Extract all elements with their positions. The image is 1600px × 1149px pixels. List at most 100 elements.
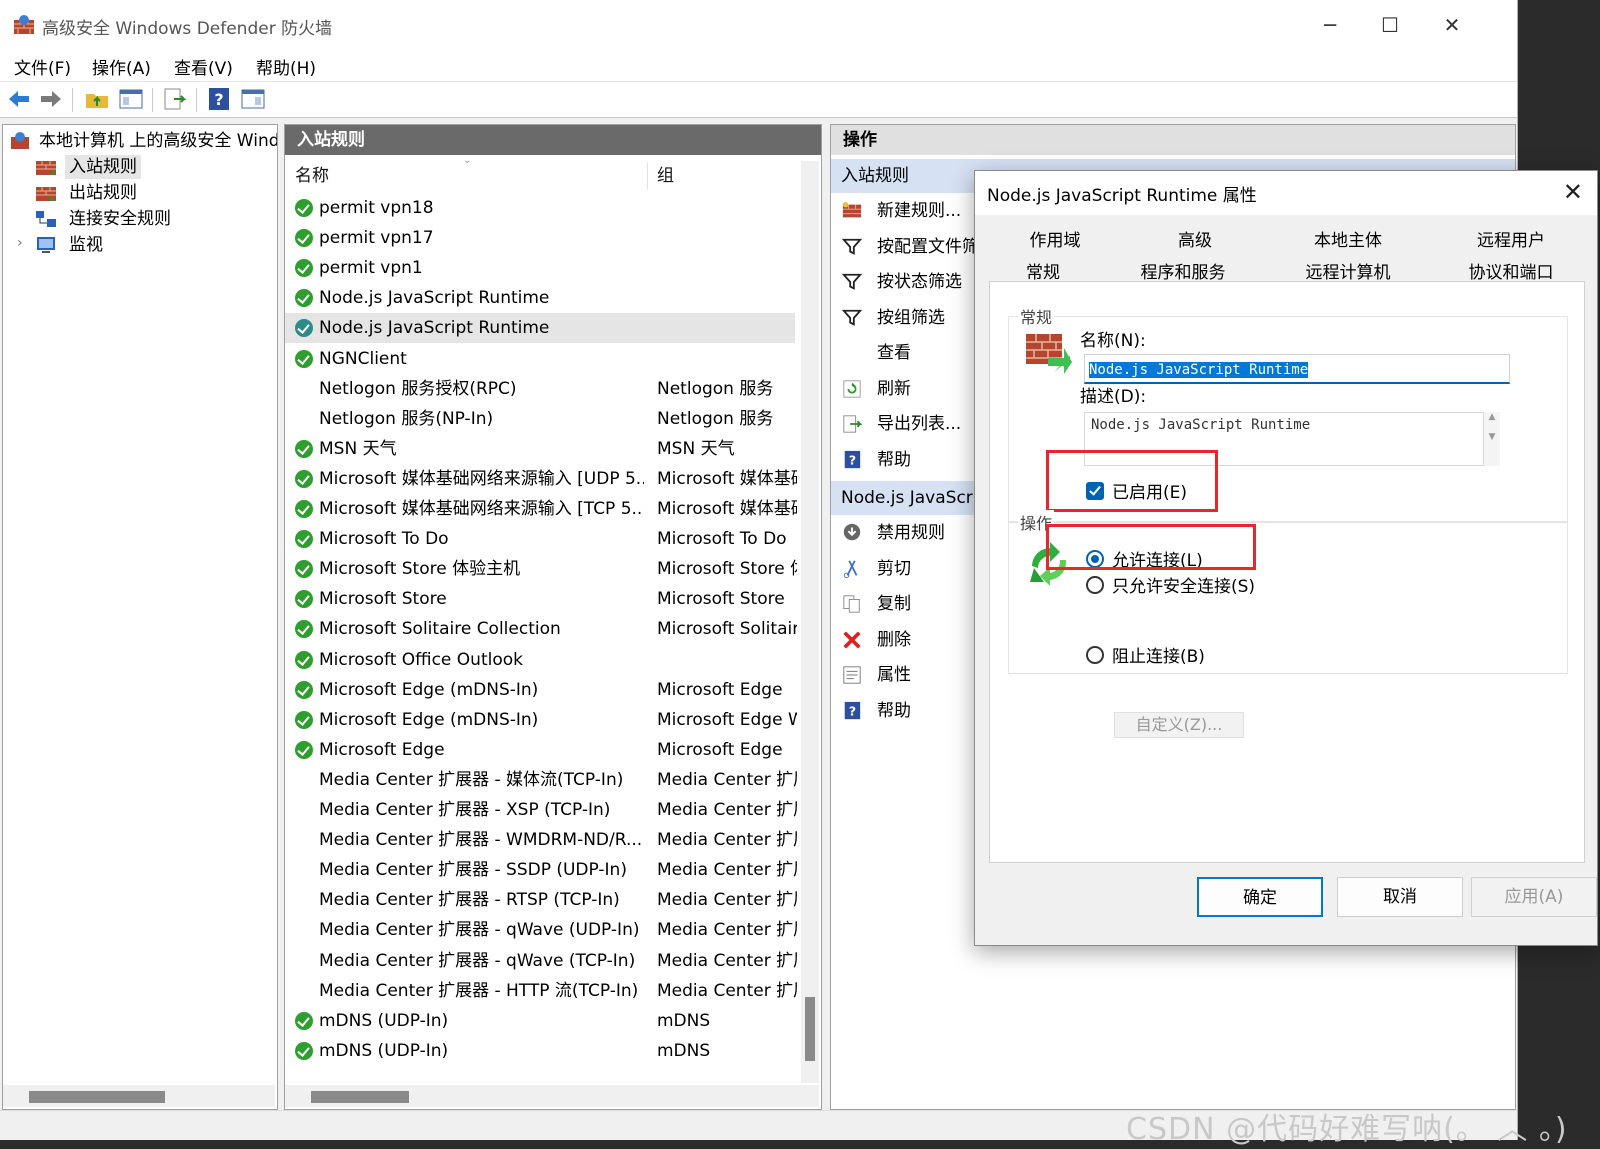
table-row[interactable]: Media Center 扩展器 - WMDRM-ND/R... Media Ce…: [285, 825, 797, 855]
table-row[interactable]: Netlogon 服务(NP-In) Netlogon 服务: [285, 404, 795, 434]
highlight-enabled-box: [1046, 450, 1218, 512]
table-row[interactable]: Media Center 扩展器 - HTTP 流(TCP-In) Media C…: [285, 976, 797, 1006]
name-field[interactable]: Node.js JavaScript Runtime: [1084, 354, 1510, 384]
close-icon[interactable]: ✕: [1438, 12, 1466, 38]
menu-action[interactable]: 操作(A): [92, 54, 151, 79]
maximize-icon[interactable]: ☐: [1376, 12, 1404, 38]
back-arrow-icon[interactable]: [6, 86, 32, 112]
column-separator[interactable]: [647, 163, 648, 189]
description-scrollbar[interactable]: ▲ ▼: [1484, 412, 1500, 466]
table-row[interactable]: MSN 天气 MSN 天气: [285, 434, 795, 464]
table-row[interactable]: Node.js JavaScript Runtime: [285, 283, 795, 313]
menu-view[interactable]: 查看(V): [174, 54, 233, 79]
action-label: 导出列表...: [877, 414, 962, 434]
table-row[interactable]: Microsoft Edge Microsoft Edge: [285, 735, 795, 765]
table-row[interactable]: Media Center 扩展器 - RTSP (TCP-In) Media Ce…: [285, 885, 797, 915]
block-connection-radio[interactable]: [1086, 646, 1104, 664]
table-row[interactable]: NGNClient: [285, 344, 795, 374]
action-label: 属性: [877, 665, 911, 685]
show-hide-tree-icon[interactable]: [118, 86, 144, 112]
rule-enabled-icon: [295, 620, 313, 639]
show-action-pane-icon[interactable]: [240, 86, 266, 112]
action-item[interactable]: 按组筛选: [831, 300, 991, 336]
monitor-expander-icon[interactable]: ›: [17, 235, 23, 251]
table-row[interactable]: Media Center 扩展器 - qWave (UDP-In) Media C…: [285, 915, 797, 945]
tree-scroll-thumb[interactable]: [29, 1091, 165, 1103]
action-item[interactable]: 导出列表...: [831, 406, 991, 442]
apply-button[interactable]: 应用(A): [1471, 877, 1597, 917]
action-item[interactable]: 新建规则...: [831, 193, 991, 229]
action-item[interactable]: 属性: [831, 657, 991, 693]
tab-local-principals[interactable]: 本地主体: [1265, 225, 1431, 257]
action-item[interactable]: 删除: [831, 622, 991, 658]
table-row[interactable]: permit vpn17: [285, 223, 795, 253]
tab-scope[interactable]: 作用域: [985, 225, 1125, 257]
block-connection-label[interactable]: 阻止连接(B): [1112, 642, 1205, 667]
table-row[interactable]: mDNS (UDP-In) mDNS: [285, 1006, 795, 1036]
general-tab-panel: 常规 名称(N): Node.js JavaScript Runtime 描述(…: [989, 281, 1585, 863]
cancel-button[interactable]: 取消: [1337, 877, 1463, 917]
properties-dialog: Node.js JavaScript Runtime 属性 ✕ 作用域 高级 本…: [974, 170, 1598, 946]
table-row[interactable]: Microsoft Edge (mDNS-In) Microsoft Edge: [285, 675, 795, 705]
table-row[interactable]: Microsoft Office Outlook: [285, 645, 795, 675]
rule-group: Media Center 扩展: [657, 890, 797, 911]
action-item[interactable]: 禁用规则: [831, 515, 991, 551]
name-label: 名称(N):: [1080, 331, 1146, 351]
tree-horizontal-scrollbar[interactable]: [3, 1085, 275, 1107]
action-item[interactable]: 刷新: [831, 371, 991, 407]
table-row[interactable]: Netlogon 服务授权(RPC) Netlogon 服务: [285, 374, 795, 404]
dialog-close-icon[interactable]: ✕: [1563, 178, 1583, 206]
table-row[interactable]: Node.js JavaScript Runtime: [285, 313, 795, 344]
list-scroll-thumb-h[interactable]: [311, 1091, 409, 1103]
tab-remote-users[interactable]: 远程用户: [1431, 225, 1591, 257]
allow-secure-label[interactable]: 只允许安全连接(S): [1112, 572, 1255, 597]
forward-arrow-icon[interactable]: [38, 86, 64, 112]
tab-advanced[interactable]: 高级: [1125, 225, 1265, 257]
rule-name: Microsoft Store 体验主机: [319, 559, 521, 580]
minimize-icon[interactable]: ─: [1316, 12, 1344, 38]
customize-button[interactable]: 自定义(Z)...: [1114, 712, 1244, 738]
column-group[interactable]: 组: [657, 161, 674, 191]
new-rule-icon: [842, 201, 862, 218]
menu-file[interactable]: 文件(F): [14, 54, 71, 79]
rule-name: MSN 天气: [319, 438, 397, 459]
table-row[interactable]: Media Center 扩展器 - 媒体流(TCP-In) Media Cent…: [285, 765, 797, 795]
action-item[interactable]: 查看: [831, 335, 991, 371]
table-row[interactable]: Microsoft Edge (mDNS-In) Microsoft Edge W: [285, 705, 797, 735]
table-row[interactable]: permit vpn18: [285, 193, 795, 223]
action-item[interactable]: ? 帮助: [831, 693, 991, 729]
action-item[interactable]: 按配置文件筛选: [831, 229, 996, 265]
svg-text:?: ?: [849, 703, 856, 718]
table-row[interactable]: Microsoft To Do Microsoft To Do: [285, 524, 795, 554]
rule-name: Media Center 扩展器 - qWave (TCP-In): [319, 950, 636, 971]
export-list-icon[interactable]: [162, 86, 188, 112]
help-icon[interactable]: ?: [206, 86, 232, 112]
rule-enabled-icon: [295, 530, 313, 549]
action-item[interactable]: ? 帮助: [831, 442, 991, 478]
csdn-watermark: CSDN @代码好难写呐(。 ︿ 。): [1126, 1112, 1568, 1147]
list-horizontal-scrollbar[interactable]: [285, 1085, 819, 1107]
description-label: 描述(D):: [1080, 387, 1147, 407]
action-item[interactable]: 剪切: [831, 551, 991, 587]
help-icon: ?: [844, 701, 861, 719]
table-row[interactable]: Microsoft Store 体验主机 Microsoft Store 体: [285, 554, 797, 584]
table-row[interactable]: Microsoft Store Microsoft Store: [285, 584, 795, 614]
list-scroll-thumb[interactable]: [805, 997, 815, 1061]
table-row[interactable]: Media Center 扩展器 - XSP (TCP-In) Media Cen…: [285, 795, 797, 825]
action-item[interactable]: 按状态筛选: [831, 264, 991, 300]
action-item[interactable]: 复制: [831, 586, 991, 622]
table-row[interactable]: Media Center 扩展器 - qWave (TCP-In) Media C…: [285, 946, 797, 976]
rule-group: mDNS: [657, 1010, 711, 1031]
table-row[interactable]: permit vpn1: [285, 253, 795, 283]
table-row[interactable]: Microsoft Solitaire Collection Microsoft …: [285, 614, 797, 644]
list-vertical-scrollbar[interactable]: [801, 161, 819, 1083]
column-name[interactable]: 名称: [295, 161, 329, 191]
menu-help[interactable]: 帮助(H): [256, 54, 316, 79]
ok-button[interactable]: 确定: [1197, 877, 1323, 917]
table-row[interactable]: Microsoft 媒体基础网络来源输入 [TCP 5... Microsoft …: [285, 494, 797, 524]
table-row[interactable]: mDNS (UDP-In) mDNS: [285, 1036, 795, 1066]
folder-up-icon[interactable]: [84, 86, 110, 112]
table-row[interactable]: Microsoft 媒体基础网络来源输入 [UDP 5... Microsoft …: [285, 464, 797, 494]
allow-secure-radio[interactable]: [1086, 576, 1104, 594]
table-row[interactable]: Media Center 扩展器 - SSDP (UDP-In) Media Ce…: [285, 855, 797, 885]
